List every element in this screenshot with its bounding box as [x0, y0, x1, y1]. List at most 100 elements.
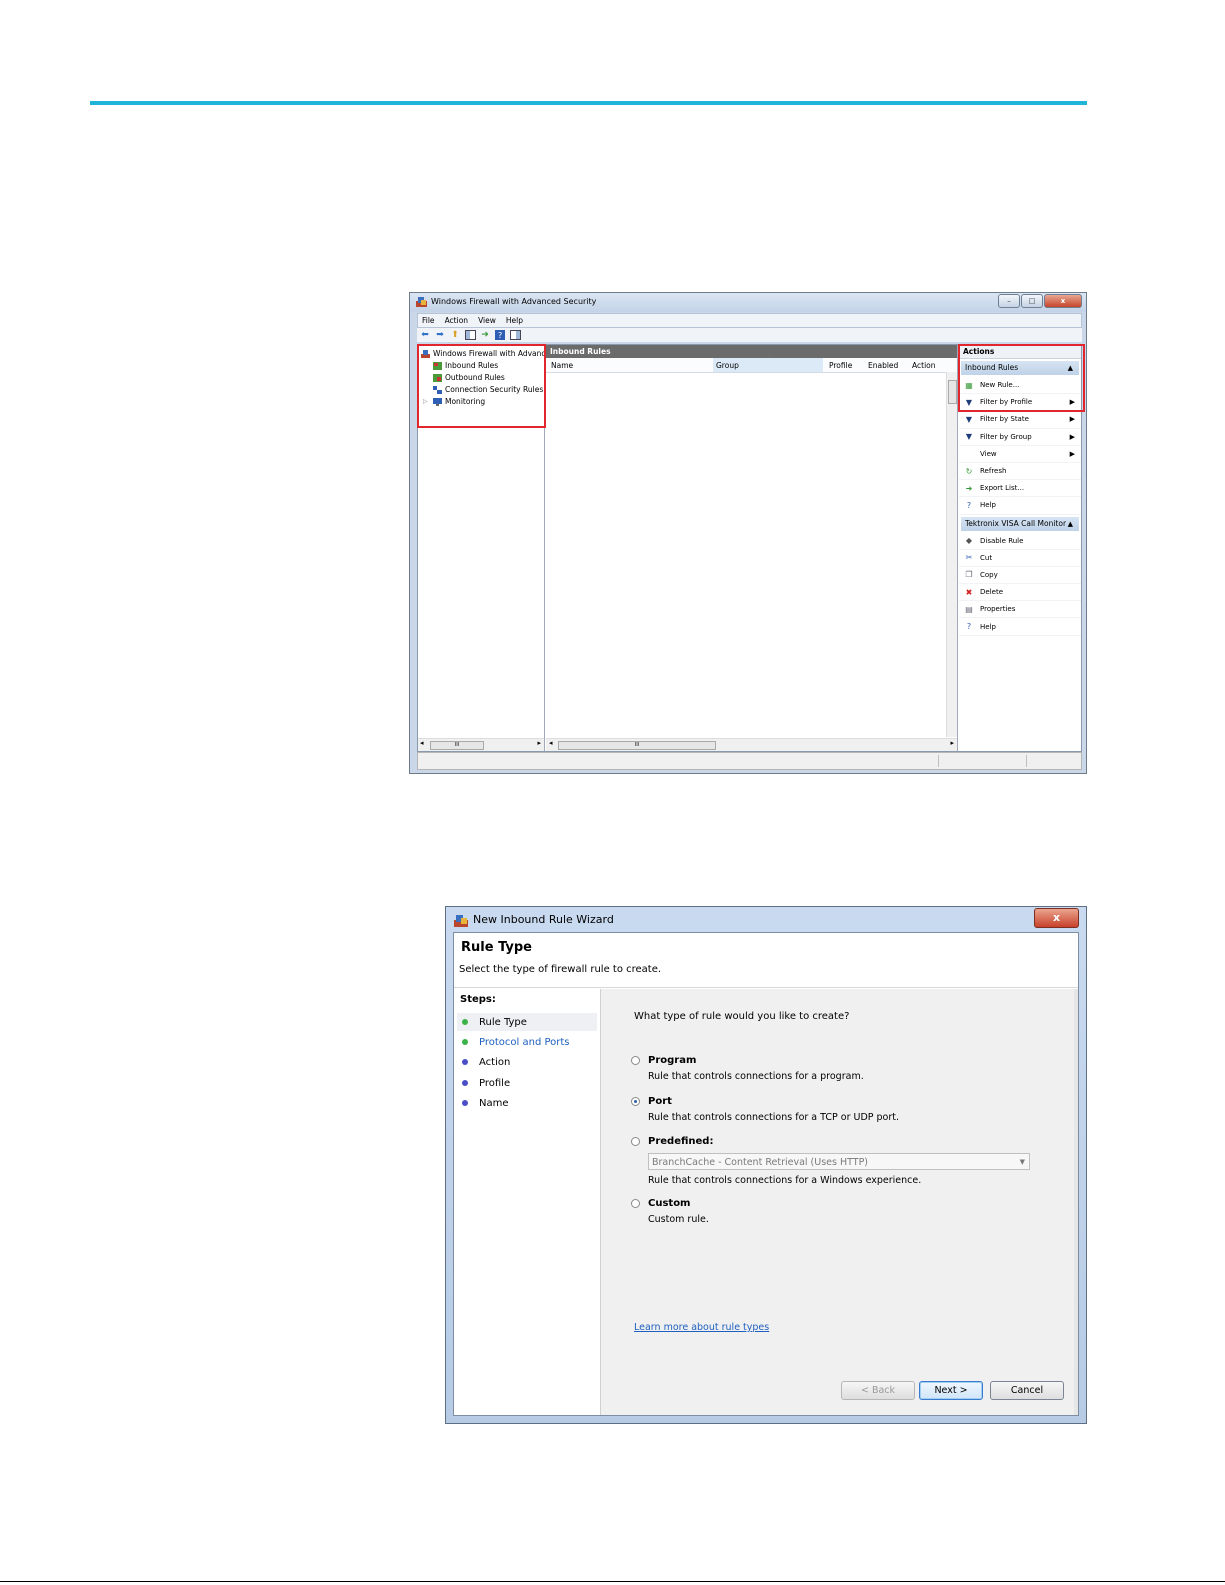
status-divider [1026, 755, 1027, 767]
export-list-icon[interactable]: ➜ [479, 330, 491, 341]
up-folder-icon[interactable]: ⬆ [449, 330, 461, 341]
delete-icon: ✖ [965, 587, 973, 597]
rule-type-question: What type of rule would you like to crea… [634, 1011, 850, 1022]
action-item-disable-rule[interactable]: ◆ Disable Rule [959, 533, 1081, 550]
step-label: Rule Type [479, 1016, 527, 1028]
forward-arrow-icon[interactable]: ➡ [434, 330, 446, 341]
tree-horizontal-scrollbar[interactable]: ◂ III ▸ [418, 738, 544, 751]
action-item-filter-by-group[interactable]: ▼ Filter by Group ▶ [959, 429, 1081, 446]
svg-text:?: ? [498, 331, 502, 340]
action-item-delete[interactable]: ✖ Delete [959, 584, 1081, 602]
menu-view[interactable]: View [478, 316, 496, 325]
action-item-cut[interactable]: ✂ Cut [959, 550, 1081, 567]
learn-more-link[interactable]: Learn more about rule types [634, 1322, 769, 1333]
document-header-rule [90, 101, 1087, 105]
option-label: Program [648, 1055, 697, 1066]
option-predefined[interactable]: Predefined: [631, 1136, 713, 1147]
step-label: Action [479, 1056, 511, 1068]
column-headers: Name Group ^ Profile Enabled Action [546, 356, 957, 373]
action-label: View [980, 449, 997, 458]
minimize-button[interactable]: – [998, 294, 1020, 308]
close-button[interactable]: x [1044, 294, 1082, 308]
rule-type-content: What type of rule would you like to crea… [601, 989, 1078, 1415]
action-item-filter-by-state[interactable]: ▼ Filter by State ▶ [959, 411, 1081, 429]
scroll-right-icon[interactable]: ▸ [950, 739, 954, 747]
filter-icon: ▼ [965, 414, 973, 424]
rules-vertical-scrollbar[interactable] [946, 372, 957, 737]
action-label: Filter by Group [980, 432, 1032, 441]
column-profile[interactable]: Profile [829, 361, 852, 370]
step-pending-dot-icon [462, 1059, 468, 1065]
collapse-icon[interactable]: ▲ [1068, 517, 1073, 531]
submenu-arrow-icon: ▶ [1069, 432, 1075, 441]
menu-file[interactable]: File [422, 316, 435, 325]
step-profile: Profile [457, 1074, 597, 1092]
scroll-left-icon[interactable]: ◂ [549, 739, 553, 747]
scroll-thumb[interactable]: III [430, 741, 484, 750]
firewall-mmc-window: Windows Firewall with Advanced Security … [409, 292, 1087, 774]
next-button[interactable]: Next > [919, 1381, 983, 1400]
rules-horizontal-scrollbar[interactable]: ◂ III ▸ [546, 738, 957, 751]
dropdown-value: BranchCache - Content Retrieval (Uses HT… [652, 1157, 868, 1168]
disable-icon: ◆ [965, 536, 973, 546]
wizard-body: Rule Type Select the type of firewall ru… [453, 932, 1079, 1416]
option-port[interactable]: Port [631, 1096, 672, 1107]
title-bar[interactable]: Windows Firewall with Advanced Security … [410, 293, 1086, 312]
header-divider [454, 987, 1078, 988]
action-item-refresh[interactable]: ↻ Refresh [959, 463, 1081, 481]
action-item-copy[interactable]: ❐ Copy [959, 567, 1081, 585]
show-hide-action-pane-icon[interactable] [509, 330, 521, 341]
copy-icon: ❐ [965, 570, 973, 580]
option-program[interactable]: Program [631, 1055, 696, 1066]
scroll-thumb[interactable] [948, 380, 957, 404]
firewall-app-icon [416, 297, 427, 307]
close-button[interactable]: x [1034, 908, 1079, 928]
cancel-button[interactable]: Cancel [990, 1381, 1064, 1400]
menu-action[interactable]: Action [445, 316, 469, 325]
option-description: Rule that controls connections for a pro… [648, 1071, 864, 1082]
radio-port[interactable] [631, 1097, 640, 1106]
column-name[interactable]: Name [551, 361, 573, 370]
action-item-properties[interactable]: ▤ Properties [959, 601, 1081, 619]
column-enabled[interactable]: Enabled [868, 361, 898, 370]
back-arrow-icon[interactable]: ⬅ [419, 330, 431, 341]
option-description: Custom rule. [648, 1214, 709, 1225]
action-item-export-list[interactable]: ➜ Export List... [959, 480, 1081, 498]
chevron-down-icon: ▼ [1019, 1158, 1025, 1166]
action-item-help[interactable]: ? Help [959, 497, 1081, 515]
status-divider [938, 755, 939, 767]
column-action[interactable]: Action [912, 361, 936, 370]
show-hide-tree-icon[interactable] [464, 330, 476, 341]
properties-icon: ▤ [965, 604, 973, 614]
menu-help[interactable]: Help [506, 316, 523, 325]
window-title: Windows Firewall with Advanced Security [431, 297, 597, 306]
scroll-right-icon[interactable]: ▸ [537, 739, 541, 747]
action-label: Help [980, 622, 996, 631]
option-label: Custom [648, 1198, 691, 1209]
new-inbound-rule-wizard-window: New Inbound Rule Wizard x Rule Type Sele… [445, 906, 1087, 1424]
action-label: Help [980, 501, 996, 510]
action-label: Properties [980, 605, 1016, 614]
radio-custom[interactable] [631, 1199, 640, 1208]
step-label: Profile [479, 1077, 511, 1089]
radio-predefined[interactable] [631, 1137, 640, 1146]
step-protocol-and-ports[interactable]: Protocol and Ports [457, 1033, 597, 1051]
content-scrollbar[interactable] [1074, 989, 1078, 1415]
predefined-rule-dropdown[interactable]: BranchCache - Content Retrieval (Uses HT… [648, 1153, 1030, 1170]
option-label: Port [648, 1096, 672, 1107]
scroll-thumb[interactable]: III [558, 741, 716, 750]
action-item-help[interactable]: ? Help [959, 618, 1081, 636]
help-icon[interactable]: ? [494, 330, 506, 341]
option-custom[interactable]: Custom [631, 1198, 690, 1209]
action-label: Refresh [980, 467, 1007, 476]
back-button[interactable]: < Back [841, 1381, 915, 1400]
actions-section-tektronix-visa-call-monitor[interactable]: Tektronix VISA Call Monitor ▲ [961, 516, 1079, 531]
scroll-left-icon[interactable]: ◂ [420, 739, 424, 747]
steps-label: Steps: [460, 994, 496, 1005]
action-label: Filter by State [980, 415, 1029, 424]
maximize-button[interactable]: □ [1021, 294, 1043, 308]
step-action: Action [457, 1053, 597, 1071]
radio-program[interactable] [631, 1056, 640, 1065]
action-item-view[interactable]: View ▶ [959, 446, 1081, 463]
step-pending-dot-icon [462, 1100, 468, 1106]
